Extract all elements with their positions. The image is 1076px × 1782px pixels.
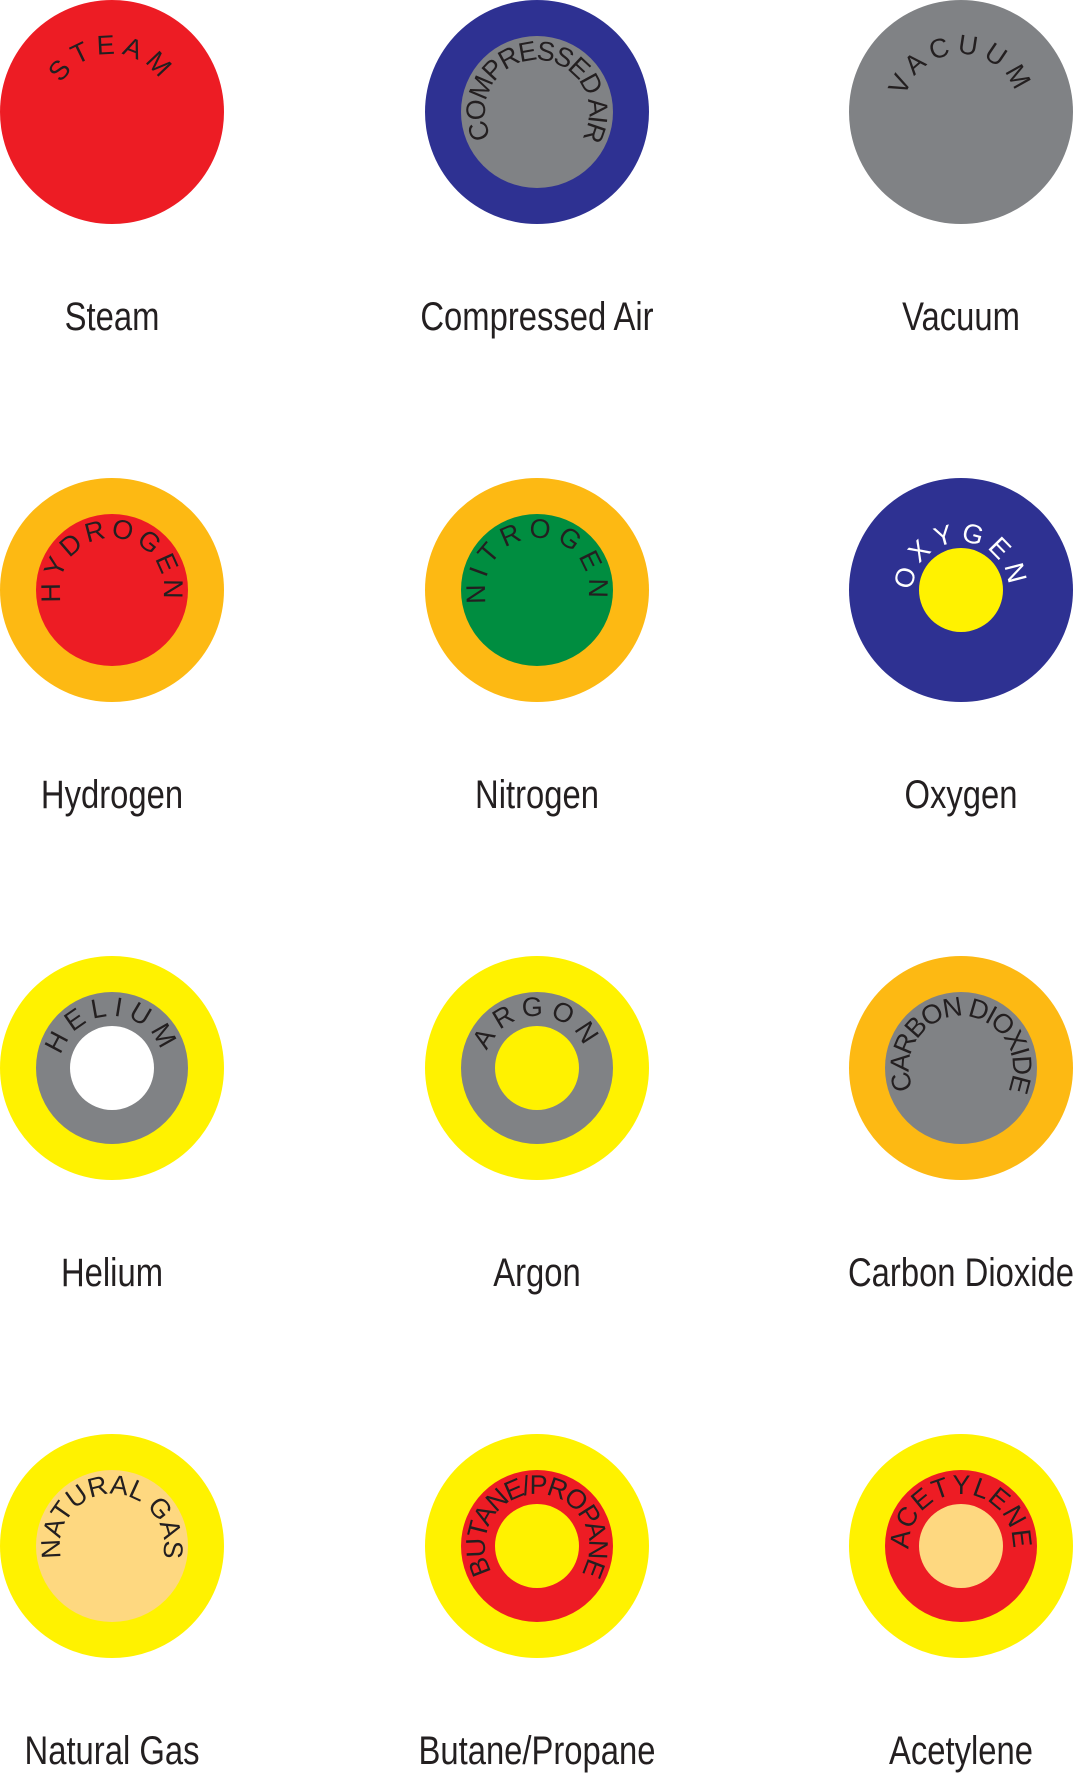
- marker-label: Steam: [65, 294, 160, 339]
- marker-natural-gas: NATURAL GASNatural Gas: [0, 1434, 224, 1773]
- marker-label: Carbon Dioxide: [848, 1250, 1074, 1295]
- core-circle: [495, 1504, 579, 1588]
- marker-label: Hydrogen: [41, 772, 183, 817]
- marker-label: Butane/Propane: [419, 1728, 656, 1773]
- marker-carbon-dioxide: CARBON DIOXIDECarbon Dioxide: [848, 956, 1074, 1295]
- marker-label: Argon: [493, 1250, 581, 1295]
- marker-oxygen: OXYGENOxygen: [849, 478, 1073, 817]
- marker-label: Helium: [61, 1250, 163, 1295]
- marker-label: Oxygen: [904, 772, 1017, 817]
- marker-argon: ARGONArgon: [425, 956, 649, 1295]
- marker-label: Vacuum: [902, 294, 1020, 339]
- marker-nitrogen: NITROGENNitrogen: [425, 478, 649, 817]
- marker-steam: STEAMSteam: [0, 0, 224, 339]
- core-circle: [919, 548, 1003, 632]
- marker-label: Natural Gas: [25, 1728, 200, 1773]
- marker-helium: HELIUMHelium: [0, 956, 224, 1295]
- marker-label: Nitrogen: [475, 772, 599, 817]
- marker-acetylene: ACETYLENEAcetylene: [849, 1434, 1073, 1773]
- marker-compressed-air: COMPRESSED AIRCompressed Air: [420, 0, 654, 339]
- core-circle: [919, 1504, 1003, 1588]
- core-circle: [495, 1026, 579, 1110]
- marker-label: Compressed Air: [420, 294, 653, 339]
- pipe-marker-chart: STEAMSteam COMPRESSED AIRCompressed Air VA…: [0, 0, 1074, 1773]
- marker-label: Acetylene: [889, 1728, 1033, 1773]
- marker-hydrogen: HYDROGENHydrogen: [0, 478, 224, 817]
- marker-vacuum: VACUUMVacuum: [849, 0, 1073, 339]
- marker-butane-propane: BUTANE/PROPANEButane/Propane: [419, 1434, 656, 1773]
- core-circle: [70, 1026, 154, 1110]
